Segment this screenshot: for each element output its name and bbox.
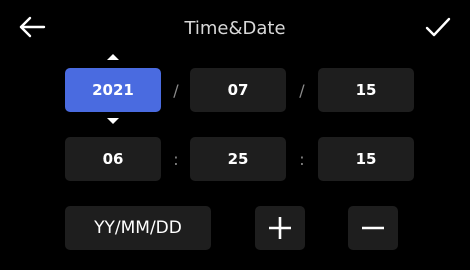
second-field[interactable]: 15 [318,137,414,181]
hour-field[interactable]: 06 [65,137,161,181]
time-date-screen: Time&Date 2021 / 07 / 15 06 : 25 : 15 YY… [0,0,470,270]
checkmark-icon [425,17,451,37]
month-field[interactable]: 07 [190,68,286,112]
time-separator: : [173,149,179,169]
minute-field[interactable]: 25 [190,137,286,181]
date-separator: / [299,80,305,100]
plus-icon [269,217,291,239]
year-up-arrow-icon[interactable] [107,54,119,60]
increment-button[interactable] [255,206,305,250]
page-title: Time&Date [184,18,286,39]
year-field[interactable]: 2021 [65,68,161,112]
time-separator: : [299,149,305,169]
year-down-arrow-icon[interactable] [107,118,119,124]
day-field[interactable]: 15 [318,68,414,112]
confirm-button[interactable] [420,12,456,42]
date-format-button[interactable]: YY/MM/DD [65,206,211,250]
back-button[interactable] [14,12,50,42]
minus-icon [362,226,384,230]
decrement-button[interactable] [348,206,398,250]
arrow-left-icon [19,16,46,38]
date-separator: / [173,80,179,100]
